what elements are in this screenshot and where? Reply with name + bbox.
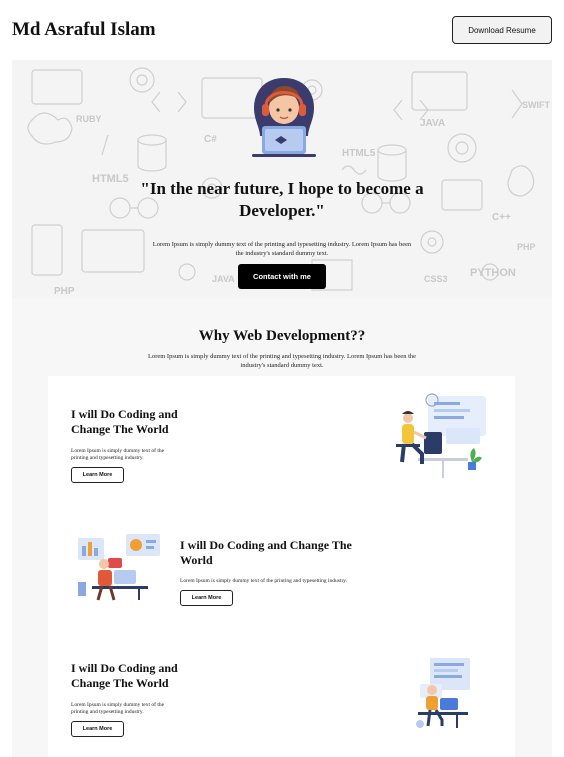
learn-more-button[interactable]: Learn More bbox=[180, 590, 233, 606]
card-title: I will Do Coding and Change The World bbox=[71, 407, 178, 436]
doodle-swift: SWIFT bbox=[522, 100, 550, 110]
doodle-css3: CSS3 bbox=[424, 274, 448, 284]
hero-section: RUBY JAVA HTML5 CSS3 PHP PYTHON C# C++ S… bbox=[12, 60, 552, 298]
developer-avatar bbox=[252, 78, 316, 157]
doodle-python: PYTHON bbox=[470, 267, 516, 279]
site-header: Md Asraful Islam Download Resume bbox=[0, 0, 564, 60]
card-text: Lorem Ipsum is simply dummy text of the … bbox=[180, 578, 348, 584]
hero-subtext: Lorem Ipsum is simply dummy text of the … bbox=[152, 241, 412, 257]
contact-button[interactable]: Contact with me bbox=[238, 264, 326, 289]
card-text: Lorem Ipsum is simply dummy text of the … bbox=[71, 448, 165, 461]
developer-desk-illustration bbox=[396, 393, 486, 478]
hero-quote: "In the near future, I hope to become a … bbox=[140, 179, 424, 220]
section-subtext: Lorem Ipsum is simply dummy text of the … bbox=[147, 353, 417, 369]
doodle-php-2: PHP bbox=[517, 242, 536, 252]
why-section: Why Web Development?? Lorem Ipsum is sim… bbox=[12, 298, 552, 757]
doodle-cpp: C++ bbox=[492, 212, 511, 223]
brand-name[interactable]: Md Asraful Islam bbox=[12, 19, 156, 41]
presentation-illustration bbox=[78, 534, 160, 601]
doodle-java: JAVA bbox=[420, 118, 445, 129]
cards-panel: I will Do Coding and Change The World Lo… bbox=[48, 376, 515, 757]
doodle-html5-2: HTML5 bbox=[342, 148, 376, 159]
doodle-ruby: RUBY bbox=[76, 114, 102, 124]
card-title: I will Do Coding and Change The World bbox=[180, 538, 352, 567]
doodle-html5: HTML5 bbox=[92, 173, 129, 185]
card-text: Lorem Ipsum is simply dummy text of the … bbox=[71, 702, 165, 715]
section-title: Why Web Development?? bbox=[198, 328, 366, 344]
laptop-worker-illustration bbox=[416, 658, 470, 728]
doodle-php: PHP bbox=[54, 286, 75, 297]
doodle-csharp: C# bbox=[204, 134, 217, 145]
doodle-java-2: JAVA bbox=[212, 274, 235, 284]
card-title: I will Do Coding and Change The World bbox=[71, 661, 178, 690]
download-resume-button[interactable]: Download Resume bbox=[452, 16, 552, 44]
learn-more-button[interactable]: Learn More bbox=[71, 467, 124, 483]
learn-more-button[interactable]: Learn More bbox=[71, 721, 124, 737]
